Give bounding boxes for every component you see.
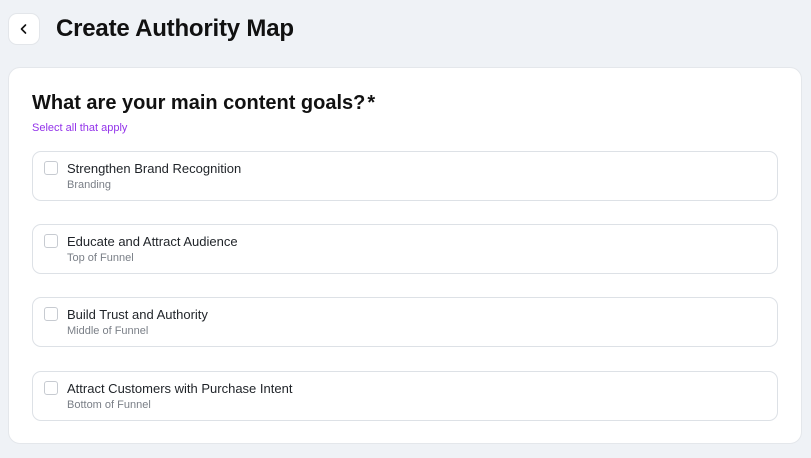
option-label: Educate and Attract Audience: [67, 234, 238, 249]
option-build-trust-and-authority[interactable]: Build Trust and Authority Middle of Funn…: [32, 297, 778, 347]
option-attract-customers-with-purchase-intent[interactable]: Attract Customers with Purchase Intent B…: [32, 371, 778, 421]
question-heading: What are your main content goals? *: [32, 92, 375, 115]
option-sublabel: Bottom of Funnel: [67, 399, 151, 411]
option-label: Strengthen Brand Recognition: [67, 161, 242, 176]
option-label: Attract Customers with Purchase Intent: [67, 381, 293, 396]
checkbox[interactable]: [44, 307, 58, 321]
option-sublabel: Top of Funnel: [67, 252, 134, 264]
back-button[interactable]: [8, 13, 40, 45]
question-text: What are your main content goals?: [32, 92, 366, 114]
checkbox[interactable]: [44, 381, 58, 395]
required-marker: *: [367, 92, 376, 114]
option-sublabel: Branding: [67, 179, 112, 191]
option-strengthen-brand-recognition[interactable]: Strengthen Brand Recognition Branding: [32, 151, 778, 201]
checkbox[interactable]: [44, 234, 58, 248]
chevron-left-icon: [18, 23, 30, 35]
content-goals-card: What are your main content goals? * Selec…: [8, 67, 802, 444]
option-label: Build Trust and Authority: [67, 307, 208, 322]
option-sublabel: Middle of Funnel: [67, 325, 149, 337]
option-educate-and-attract-audience[interactable]: Educate and Attract Audience Top of Funn…: [32, 224, 778, 274]
checkbox[interactable]: [44, 161, 58, 175]
helper-text: Select all that apply: [32, 122, 128, 134]
page-title: Create Authority Map: [56, 15, 294, 42]
page-header: Create Authority Map: [8, 11, 294, 47]
